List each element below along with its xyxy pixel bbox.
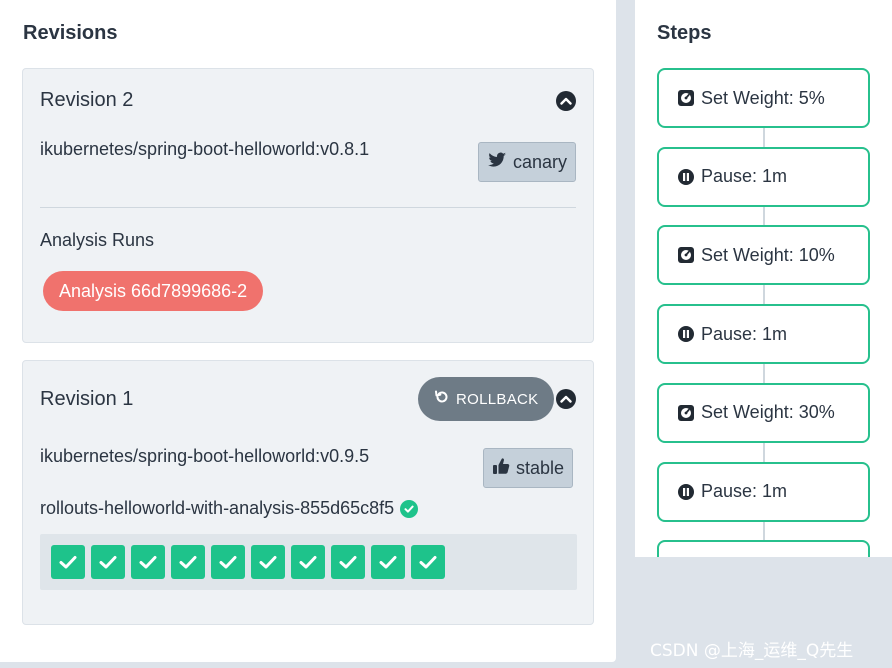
pause-icon <box>677 483 695 501</box>
revision-card-2: Revision 2 ikubernetes/spring-boot-hello… <box>22 68 594 343</box>
step-label: Pause: 1m <box>701 323 788 344</box>
rollback-label: ROLLBACK <box>456 390 539 408</box>
step-item-partial[interactable] <box>657 540 870 557</box>
pause-icon <box>677 168 695 186</box>
divider <box>40 207 576 208</box>
thumbs-up-icon <box>492 457 510 480</box>
replicaset-name: rollouts-helloworld-with-analysis-855d65… <box>40 498 419 519</box>
bird-icon <box>487 151 507 174</box>
pod-status-icon[interactable] <box>131 545 165 579</box>
revisions-panel: Revisions Revision 2 ikubernetes/spring-… <box>0 0 616 662</box>
chevron-up-icon[interactable] <box>556 91 576 111</box>
pod-status-icon[interactable] <box>331 545 365 579</box>
rollback-button[interactable]: ROLLBACK <box>418 377 555 421</box>
revision-image: ikubernetes/spring-boot-helloworld:v0.8.… <box>40 139 370 159</box>
pause-icon <box>677 325 695 343</box>
check-circle-icon <box>400 499 419 518</box>
revisions-title: Revisions <box>23 22 118 44</box>
step-label: Set Weight: 10% <box>701 244 835 265</box>
analysis-runs-label: Analysis Runs <box>40 230 155 250</box>
step-item[interactable]: Set Weight: 10% <box>657 225 870 286</box>
revision-title: Revision 2 <box>40 89 134 111</box>
tag-label: canary <box>513 151 568 172</box>
steps-title: Steps <box>657 22 712 44</box>
pod-status-icon[interactable] <box>291 545 325 579</box>
step-label: Set Weight: 30% <box>701 402 835 423</box>
pod-status-icon[interactable] <box>211 545 245 579</box>
step-label: Pause: 1m <box>701 481 788 501</box>
chevron-up-icon[interactable] <box>556 389 576 409</box>
step-item[interactable]: Set Weight: 30% <box>657 382 870 443</box>
steps-panel: Steps Set Weight: 5% Pause: 1m Set Weight:… <box>635 0 892 557</box>
canary-tag: canary <box>478 142 577 182</box>
revision-card-1: Revision 1 ROLLBACK ikubernetes/spring-b… <box>22 360 594 625</box>
step-item[interactable]: Pause: 1m <box>657 304 870 365</box>
analysis-run-pill[interactable]: Analysis 66d7899686-2 <box>43 271 264 311</box>
pod-status-icon[interactable] <box>51 545 85 579</box>
undo-icon <box>434 389 450 409</box>
pod-status-icon[interactable] <box>171 545 205 579</box>
step-label: Pause: 1m <box>701 166 788 187</box>
pod-status-icon[interactable] <box>371 545 405 579</box>
revision-title: Revision 1 <box>40 388 134 410</box>
pod-status-icon[interactable] <box>411 545 445 579</box>
step-item[interactable]: Set Weight: 5% <box>657 68 870 128</box>
stable-tag: stable <box>483 448 574 488</box>
step-item[interactable]: Pause: 1m <box>657 461 870 522</box>
step-label: Set Weight: 5% <box>701 87 825 108</box>
weight-icon <box>677 246 695 264</box>
weight-icon <box>677 404 695 422</box>
revision-image: ikubernetes/spring-boot-helloworld:v0.9.… <box>40 446 370 466</box>
watermark: CSDN @上海_运维_Q先生 <box>650 641 854 661</box>
pods-bar <box>40 534 577 590</box>
replicaset-label: rollouts-helloworld-with-analysis-855d65… <box>40 498 395 518</box>
step-item[interactable]: Pause: 1m <box>657 146 870 207</box>
pod-status-icon[interactable] <box>91 545 125 579</box>
weight-icon <box>677 89 695 107</box>
pod-status-icon[interactable] <box>251 545 285 579</box>
tag-label: stable <box>516 457 565 478</box>
